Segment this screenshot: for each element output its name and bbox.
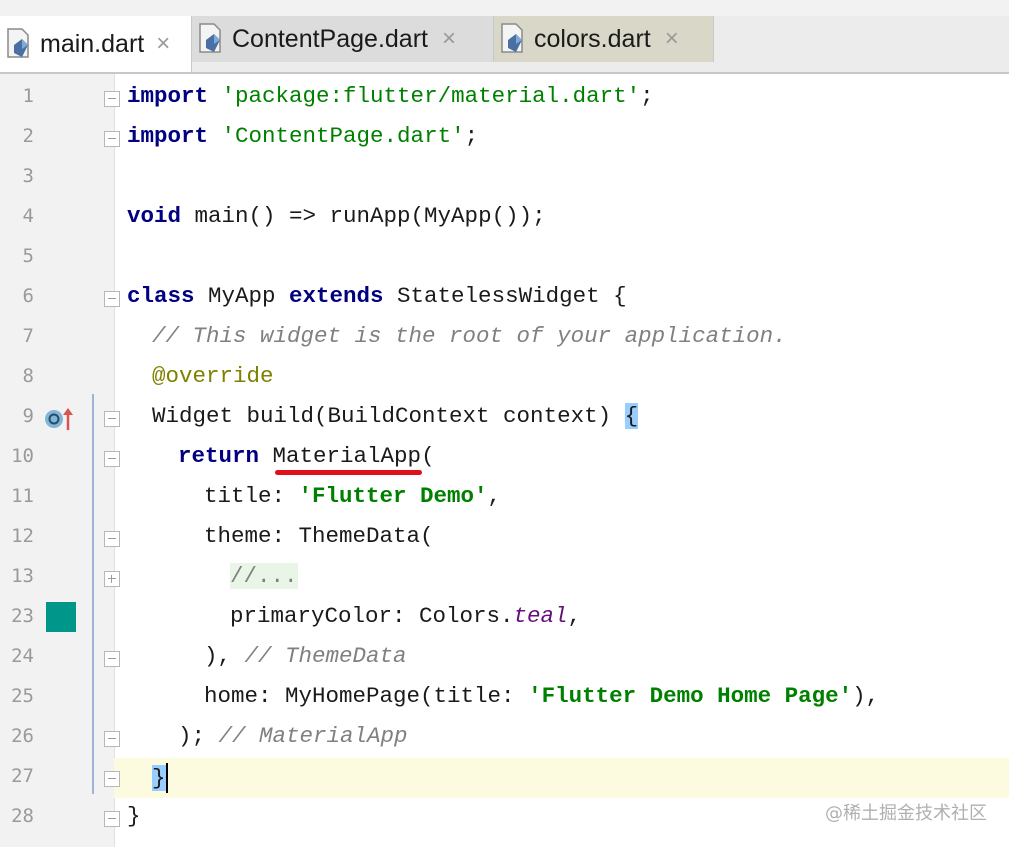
code-line[interactable]: 4 void main() => runApp(MyApp()); bbox=[0, 198, 1009, 238]
line-number: 2 bbox=[22, 125, 34, 147]
color-swatch-icon[interactable] bbox=[46, 602, 76, 632]
line-number: 27 bbox=[11, 765, 34, 787]
folded-region[interactable]: //... bbox=[230, 563, 298, 589]
line-number: 13 bbox=[11, 565, 34, 587]
line-number: 12 bbox=[11, 525, 34, 547]
line-number: 23 bbox=[11, 605, 34, 627]
red-annotation-underline bbox=[275, 470, 422, 475]
line-number: 9 bbox=[22, 405, 34, 427]
line-number: 10 bbox=[11, 445, 34, 467]
fold-collapse-icon[interactable] bbox=[104, 91, 120, 107]
dart-file-icon bbox=[6, 27, 34, 61]
line-number: 1 bbox=[22, 85, 34, 107]
line-number: 11 bbox=[11, 485, 34, 507]
code-text: home: MyHomePage(title: 'Flutter Demo Ho… bbox=[204, 683, 880, 709]
code-text: } bbox=[127, 803, 141, 829]
line-number: 4 bbox=[22, 205, 34, 227]
tab-label: main.dart bbox=[40, 29, 145, 58]
code-line[interactable]: 6 class MyApp extends StatelessWidget { bbox=[0, 278, 1009, 318]
code-text: } bbox=[152, 763, 168, 793]
code-line[interactable]: 27 } bbox=[0, 758, 1009, 798]
code-line[interactable]: 3 bbox=[0, 158, 1009, 198]
override-method-icon[interactable] bbox=[44, 406, 76, 437]
fold-collapse-icon[interactable] bbox=[104, 131, 120, 147]
editor-tab-bar: main.dart × ContentPage.dart × colors.da… bbox=[0, 0, 1009, 74]
code-text: return MaterialApp( bbox=[178, 443, 435, 469]
dart-file-icon bbox=[500, 22, 528, 56]
code-text: primaryColor: Colors.teal, bbox=[230, 603, 582, 629]
code-text: // This widget is the root of your appli… bbox=[152, 323, 787, 349]
code-line[interactable]: 1 import 'package:flutter/material.dart'… bbox=[0, 78, 1009, 118]
line-number: 5 bbox=[22, 245, 34, 267]
fold-collapse-icon[interactable] bbox=[104, 291, 120, 307]
line-number: 3 bbox=[22, 165, 34, 187]
code-line[interactable]: 9 Widget build(BuildContext context) { bbox=[0, 398, 1009, 438]
tab-label: ContentPage.dart bbox=[232, 24, 428, 53]
dart-file-icon bbox=[198, 22, 226, 56]
line-number: 25 bbox=[11, 685, 34, 707]
code-line[interactable]: 8 @override bbox=[0, 358, 1009, 398]
fold-collapse-icon[interactable] bbox=[104, 731, 120, 747]
fold-expand-icon[interactable] bbox=[104, 571, 120, 587]
code-line[interactable]: 5 bbox=[0, 238, 1009, 278]
fold-collapse-icon[interactable] bbox=[104, 531, 120, 547]
code-text: void main() => runApp(MyApp()); bbox=[127, 203, 546, 229]
close-icon[interactable]: × bbox=[665, 25, 679, 53]
fold-collapse-icon[interactable] bbox=[104, 451, 120, 467]
code-editor[interactable]: 1 import 'package:flutter/material.dart'… bbox=[0, 74, 1009, 847]
tab-main-dart[interactable]: main.dart × bbox=[0, 16, 192, 72]
text-caret bbox=[165, 763, 168, 793]
fold-collapse-icon[interactable] bbox=[104, 411, 120, 427]
code-line[interactable]: 26 ); // MaterialApp bbox=[0, 718, 1009, 758]
code-line[interactable]: 10 return MaterialApp( bbox=[0, 438, 1009, 478]
tab-colors-dart[interactable]: colors.dart × bbox=[494, 16, 714, 62]
code-text: Widget build(BuildContext context) { bbox=[152, 403, 639, 429]
line-number: 6 bbox=[22, 285, 34, 307]
line-number: 24 bbox=[11, 645, 34, 667]
close-icon[interactable]: × bbox=[156, 30, 170, 58]
tab-contentpage-dart[interactable]: ContentPage.dart × bbox=[192, 16, 494, 62]
code-text: class MyApp extends StatelessWidget { bbox=[127, 283, 627, 309]
fold-collapse-icon[interactable] bbox=[104, 651, 120, 667]
code-line[interactable]: 24 ), // ThemeData bbox=[0, 638, 1009, 678]
code-text: import 'package:flutter/material.dart'; bbox=[127, 83, 654, 109]
watermark: @稀土掘金技术社区 bbox=[825, 803, 987, 824]
close-icon[interactable]: × bbox=[442, 25, 456, 53]
code-text: ), // ThemeData bbox=[204, 643, 407, 669]
tab-bar-top-strip bbox=[0, 0, 1009, 16]
line-number: 28 bbox=[11, 805, 34, 827]
code-text: theme: ThemeData( bbox=[204, 523, 434, 549]
code-line[interactable]: 2 import 'ContentPage.dart'; bbox=[0, 118, 1009, 158]
code-line[interactable]: 12 theme: ThemeData( bbox=[0, 518, 1009, 558]
code-text: import 'ContentPage.dart'; bbox=[127, 123, 479, 149]
code-line[interactable]: 13 //... bbox=[0, 558, 1009, 598]
code-line[interactable]: 23 primaryColor: Colors.teal, bbox=[0, 598, 1009, 638]
line-number: 8 bbox=[22, 365, 34, 387]
materialapp-class-name: MaterialApp bbox=[272, 443, 422, 469]
line-number: 26 bbox=[11, 725, 34, 747]
fold-collapse-icon[interactable] bbox=[104, 811, 120, 827]
code-text: ); // MaterialApp bbox=[178, 723, 408, 749]
code-line[interactable]: 7 // This widget is the root of your app… bbox=[0, 318, 1009, 358]
code-line[interactable]: 25 home: MyHomePage(title: 'Flutter Demo… bbox=[0, 678, 1009, 718]
code-text: title: 'Flutter Demo', bbox=[204, 483, 502, 509]
tab-label: colors.dart bbox=[534, 24, 651, 53]
code-line[interactable]: 11 title: 'Flutter Demo', bbox=[0, 478, 1009, 518]
code-text: @override bbox=[152, 363, 274, 389]
fold-collapse-icon[interactable] bbox=[104, 771, 120, 787]
line-number: 7 bbox=[22, 325, 34, 347]
